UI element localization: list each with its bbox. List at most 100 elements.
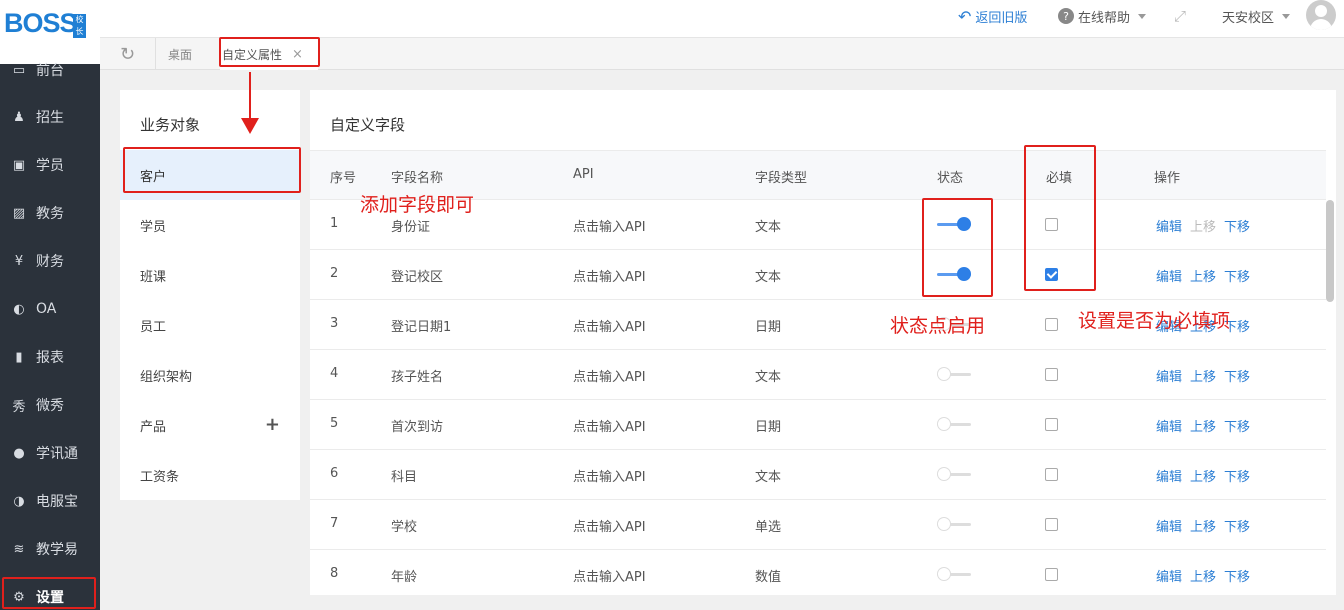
cell-api[interactable]: 点击输入API [573, 566, 646, 585]
required-checkbox[interactable] [1045, 368, 1058, 381]
bar-chart-icon: ▮ [15, 349, 23, 365]
object-item-4[interactable]: 组织架构 [120, 350, 300, 400]
cell-name: 身份证 [391, 220, 431, 235]
cell-index: 5 [330, 416, 339, 431]
up-button[interactable]: 上移 [1190, 516, 1216, 535]
up-button[interactable]: 上移 [1190, 366, 1216, 385]
object-item-1[interactable]: 学员 [120, 200, 300, 250]
refresh-icon[interactable]: ↻ [100, 38, 156, 70]
cell-api[interactable]: 点击输入API [573, 416, 646, 435]
add-product-icon[interactable]: + [265, 416, 280, 434]
cell-api[interactable]: 点击输入API [573, 216, 646, 235]
toggle-icon: ◐ [13, 301, 25, 317]
up-button[interactable]: 上移 [1190, 566, 1216, 585]
required-checkbox[interactable] [1045, 518, 1058, 531]
sidebar-item-3[interactable]: ▨ 教务 [0, 193, 100, 233]
table-row: 2 登记校区 点击输入API 文本 编辑 上移 下移 [310, 250, 1326, 300]
cell-api[interactable]: 点击输入API [573, 316, 646, 335]
annotation-box-status [922, 198, 993, 297]
edit-button[interactable]: 编辑 [1156, 566, 1182, 585]
object-item-2[interactable]: 班课 [120, 250, 300, 300]
sidebar-item-0[interactable]: ▭ 前台 [0, 50, 100, 90]
cell-api[interactable]: 点击输入API [573, 466, 646, 485]
cell-api[interactable]: 点击输入API [573, 366, 646, 385]
fullscreen-icon[interactable]: ⤢ [1174, 6, 1186, 26]
campus-menu[interactable]: 天安校区 [1222, 6, 1291, 26]
sidebar-item-10[interactable]: ≋ 教学易 [0, 529, 100, 569]
sidebar-item-5[interactable]: ◐ OA [0, 289, 100, 329]
toggle-knob [937, 567, 951, 581]
down-button[interactable]: 下移 [1224, 216, 1250, 235]
edit-button[interactable]: 编辑 [1156, 366, 1182, 385]
sidebar-item-label: OA [36, 301, 57, 317]
edit-button[interactable]: 编辑 [1156, 266, 1182, 285]
tab-desktop-label: 桌面 [168, 47, 193, 62]
sidebar-item-4[interactable]: ¥ 财务 [0, 241, 100, 281]
sidebar-item-1[interactable]: ♟ 招生 [0, 97, 100, 137]
chevron-down-icon [1282, 13, 1291, 19]
picture-icon: ▨ [12, 205, 26, 221]
table-row: 5 首次到访 点击输入API 日期 编辑 上移 下移 [310, 400, 1326, 450]
down-button[interactable]: 下移 [1224, 366, 1250, 385]
object-item-5[interactable]: 产品 + [120, 400, 300, 450]
back-old-version-link[interactable]: ↶ 返回旧版 [958, 6, 1027, 26]
object-item-6[interactable]: 工资条 [120, 450, 300, 500]
header-name: 字段名称 [391, 171, 444, 186]
down-button[interactable]: 下移 [1224, 516, 1250, 535]
up-button[interactable]: 上移 [1190, 266, 1216, 285]
cell-api[interactable]: 点击输入API [573, 266, 646, 285]
header-ops: 操作 [1154, 171, 1181, 186]
required-checkbox[interactable] [1045, 468, 1058, 481]
undo-icon: ↶ [958, 6, 972, 26]
sidebar-item-6[interactable]: ▮ 报表 [0, 337, 100, 377]
user-add-icon: ♟ [13, 109, 25, 125]
edit-button[interactable]: 编辑 [1156, 416, 1182, 435]
table-row: 7 学校 点击输入API 单选 编辑 上移 下移 [310, 500, 1326, 550]
up-button[interactable]: 上移 [1190, 416, 1216, 435]
status-toggle[interactable] [937, 567, 971, 583]
down-button[interactable]: 下移 [1224, 416, 1250, 435]
id-card-icon: ▣ [12, 157, 26, 173]
cell-index: 4 [330, 366, 339, 381]
edit-button[interactable]: 编辑 [1156, 466, 1182, 485]
up-button[interactable]: 上移 [1190, 466, 1216, 485]
cell-api[interactable]: 点击输入API [573, 516, 646, 535]
status-toggle[interactable] [937, 467, 971, 483]
online-help-menu[interactable]: ? 在线帮助 [1058, 6, 1147, 26]
sidebar-item-2[interactable]: ▣ 学员 [0, 145, 100, 185]
sidebar-item-label: 报表 [36, 350, 64, 366]
avatar[interactable] [1306, 0, 1336, 30]
sidebar-item-9[interactable]: ◑ 电服宝 [0, 481, 100, 521]
annotation-box-tab [219, 37, 320, 67]
edit-button[interactable]: 编辑 [1156, 516, 1182, 535]
scrollbar[interactable] [1326, 200, 1334, 302]
sidebar-item-8[interactable]: ● 学讯通 [0, 433, 100, 473]
annotation-required-setting: 设置是否为必填项 [1078, 310, 1231, 332]
sidebar-item-label: 教务 [36, 206, 64, 222]
edit-button[interactable]: 编辑 [1156, 216, 1182, 235]
annotation-status-enable: 状态点启用 [890, 315, 986, 337]
business-objects-title: 业务对象 [140, 116, 201, 134]
required-checkbox[interactable] [1045, 318, 1058, 331]
cell-type: 文本 [755, 220, 782, 235]
table-row: 8 年龄 点击输入API 数值 编辑 上移 下移 [310, 550, 1326, 595]
cell-index: 2 [330, 266, 339, 281]
header-status: 状态 [937, 171, 964, 186]
sidebar-item-7[interactable]: 秀微秀 [0, 385, 100, 425]
annotation-box-settings [2, 577, 96, 609]
status-toggle[interactable] [937, 367, 971, 383]
down-button[interactable]: 下移 [1224, 466, 1250, 485]
cell-type: 文本 [755, 470, 782, 485]
status-toggle[interactable] [937, 517, 971, 533]
sidebar-item-label: 财务 [36, 254, 64, 270]
tab-desktop[interactable]: 桌面 [158, 38, 218, 70]
required-checkbox[interactable] [1045, 418, 1058, 431]
down-button[interactable]: 下移 [1224, 566, 1250, 585]
calendar-icon: ▭ [12, 62, 26, 78]
required-checkbox[interactable] [1045, 568, 1058, 581]
up-button[interactable]: 上移 [1190, 216, 1216, 235]
status-toggle[interactable] [937, 417, 971, 433]
down-button[interactable]: 下移 [1224, 266, 1250, 285]
object-item-3[interactable]: 员工 [120, 300, 300, 350]
sidebar: BOSS 校长 ▭ 前台 ♟ 招生 ▣ 学员 ▨ 教务 ¥ 财务 ◐ OA ▮ 报表秀微秀 ● 学讯通 ◑ 电服宝… [0, 0, 100, 610]
